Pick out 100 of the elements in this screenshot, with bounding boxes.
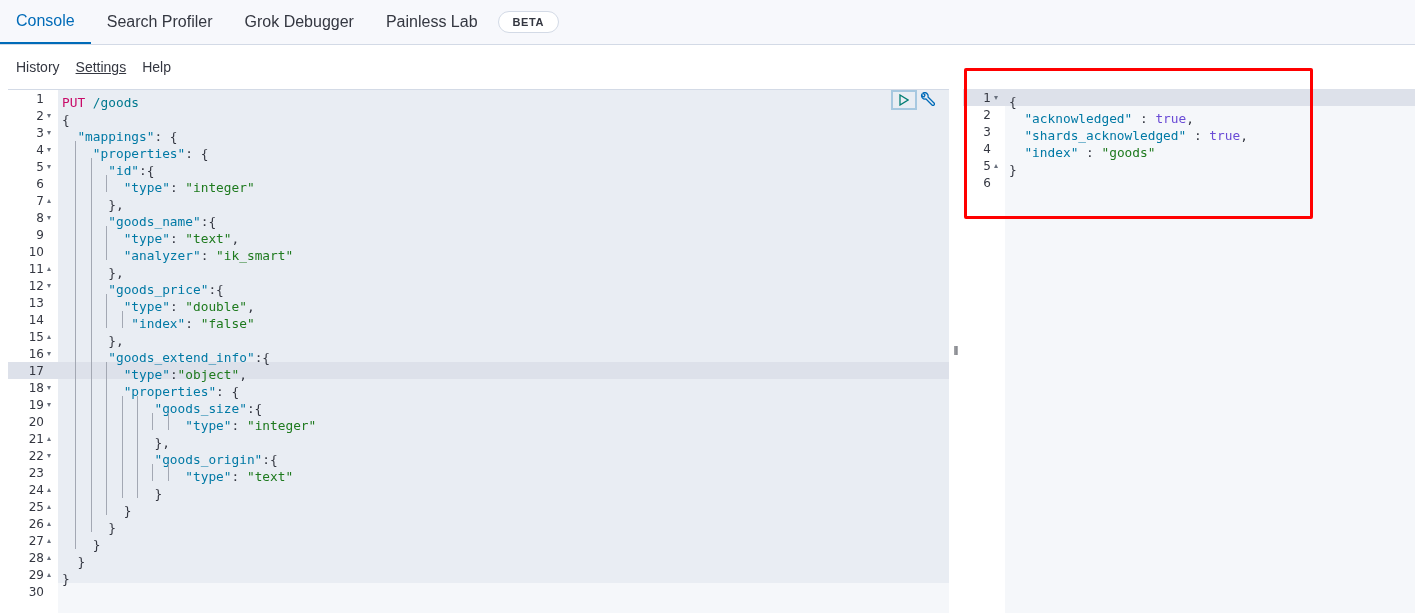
code-line: "properties": { (91, 146, 209, 161)
fold-toggle[interactable]: ▴ (47, 519, 51, 528)
line-number: 8 (36, 209, 44, 227)
run-button[interactable] (891, 90, 917, 110)
line-number: 2 (36, 107, 44, 125)
menu-link[interactable]: Settings (75, 56, 127, 78)
code-line: "goods_price":{ (107, 282, 224, 297)
code-line: "mappings": { (76, 129, 178, 144)
line-number: 29 (28, 566, 44, 584)
line-number: 4 (36, 141, 44, 159)
code-line: "id":{ (107, 163, 155, 178)
code-line: } (122, 503, 132, 518)
line-number: 3 (983, 123, 991, 141)
fold-toggle[interactable]: ▴ (994, 161, 998, 170)
line-number: 20 (28, 413, 44, 431)
code-line: "index" : "goods" (1023, 145, 1156, 160)
line-number: 24 (28, 481, 44, 499)
code-line: }, (107, 265, 124, 280)
code-line: "properties": { (122, 384, 240, 399)
line-number: 12 (28, 277, 44, 295)
line-number: 28 (28, 549, 44, 567)
fold-toggle[interactable]: ▴ (47, 536, 51, 545)
line-number: 1 (983, 89, 991, 107)
fold-toggle[interactable]: ▾ (47, 400, 51, 409)
code-line: "type": "text", (122, 231, 240, 246)
fold-toggle[interactable]: ▾ (47, 281, 51, 290)
code-line: "goods_name":{ (107, 214, 217, 229)
beta-badge: BETA (497, 10, 559, 34)
tab[interactable]: Console (0, 0, 91, 44)
line-number: 23 (28, 464, 44, 482)
tab[interactable]: Painless Lab (369, 0, 494, 44)
line-number: 14 (28, 311, 44, 329)
menu-link[interactable]: Help (142, 56, 171, 78)
fold-toggle[interactable]: ▾ (47, 111, 51, 120)
line-number: 16 (28, 345, 44, 363)
code-line: "analyzer": "ik_smart" (122, 248, 294, 263)
code-line: }, (107, 197, 124, 212)
code-line: { (1009, 94, 1017, 109)
line-number: 13 (28, 294, 44, 312)
line-number: 10 (28, 243, 44, 261)
code-line: }, (153, 435, 170, 450)
tab[interactable]: Search Profiler (90, 0, 229, 44)
line-number: 1 (36, 90, 44, 108)
line-number: 4 (983, 140, 991, 158)
line-number: 5 (983, 157, 991, 175)
code-line: "shards_acknowledged" : true, (1023, 128, 1248, 143)
fold-toggle[interactable]: ▾ (47, 128, 51, 137)
line-number: 22 (28, 447, 44, 465)
code-line: "goods_origin":{ (153, 452, 278, 467)
code-line: "type": "text" (184, 469, 294, 484)
code-line: } (91, 537, 101, 552)
resize-handle[interactable]: ‖ (953, 345, 959, 357)
menu-link[interactable]: History (16, 56, 60, 78)
fold-toggle[interactable]: ▴ (47, 264, 51, 273)
code-line: } (153, 486, 163, 501)
line-number: 15 (28, 328, 44, 346)
fold-toggle[interactable]: ▾ (47, 213, 51, 222)
line-number: 30 (28, 583, 44, 601)
line-number: 11 (28, 260, 44, 278)
code-line: "acknowledged" : true, (1023, 111, 1194, 126)
line-number: 17 (28, 362, 44, 380)
code-line: } (1009, 162, 1017, 177)
wrench-icon[interactable] (919, 92, 935, 108)
fold-toggle[interactable]: ▾ (47, 349, 51, 358)
fold-toggle[interactable]: ▴ (47, 485, 51, 494)
play-icon (899, 94, 909, 106)
line-number: 26 (28, 515, 44, 533)
fold-toggle[interactable]: ▴ (47, 196, 51, 205)
fold-toggle[interactable]: ▾ (47, 451, 51, 460)
line-number: 21 (28, 430, 44, 448)
line-number: 25 (28, 498, 44, 516)
code-line: { (62, 112, 70, 127)
code-line: "goods_extend_info":{ (107, 350, 271, 365)
fold-toggle[interactable]: ▴ (47, 434, 51, 443)
fold-toggle[interactable]: ▾ (47, 383, 51, 392)
tab[interactable]: Grok Debugger (228, 0, 370, 44)
code-line: "type":"object", (122, 367, 247, 382)
code-line: "type": "double", (122, 299, 255, 314)
fold-toggle[interactable]: ▾ (47, 145, 51, 154)
code-line: }, (107, 333, 124, 348)
line-number: 6 (36, 175, 44, 193)
line-number: 3 (36, 124, 44, 142)
line-number: 5 (36, 158, 44, 176)
fold-toggle[interactable]: ▾ (47, 162, 51, 171)
code-line: PUT /goods (62, 95, 140, 110)
fold-toggle[interactable]: ▾ (994, 93, 998, 102)
code-line: } (76, 554, 86, 569)
fold-toggle[interactable]: ▴ (47, 570, 51, 579)
code-line: "goods_size":{ (153, 401, 263, 416)
code-line: "type": "integer" (184, 418, 317, 433)
line-number: 9 (36, 226, 44, 244)
code-line: } (107, 520, 116, 535)
fold-toggle[interactable]: ▴ (47, 502, 51, 511)
code-line: } (62, 571, 70, 586)
fold-toggle[interactable]: ▴ (47, 553, 51, 562)
line-number: 7 (36, 192, 44, 210)
code-line: "type": "integer" (122, 180, 255, 195)
line-number: 2 (983, 106, 991, 124)
fold-toggle[interactable]: ▴ (47, 332, 51, 341)
line-number: 18 (28, 379, 44, 397)
